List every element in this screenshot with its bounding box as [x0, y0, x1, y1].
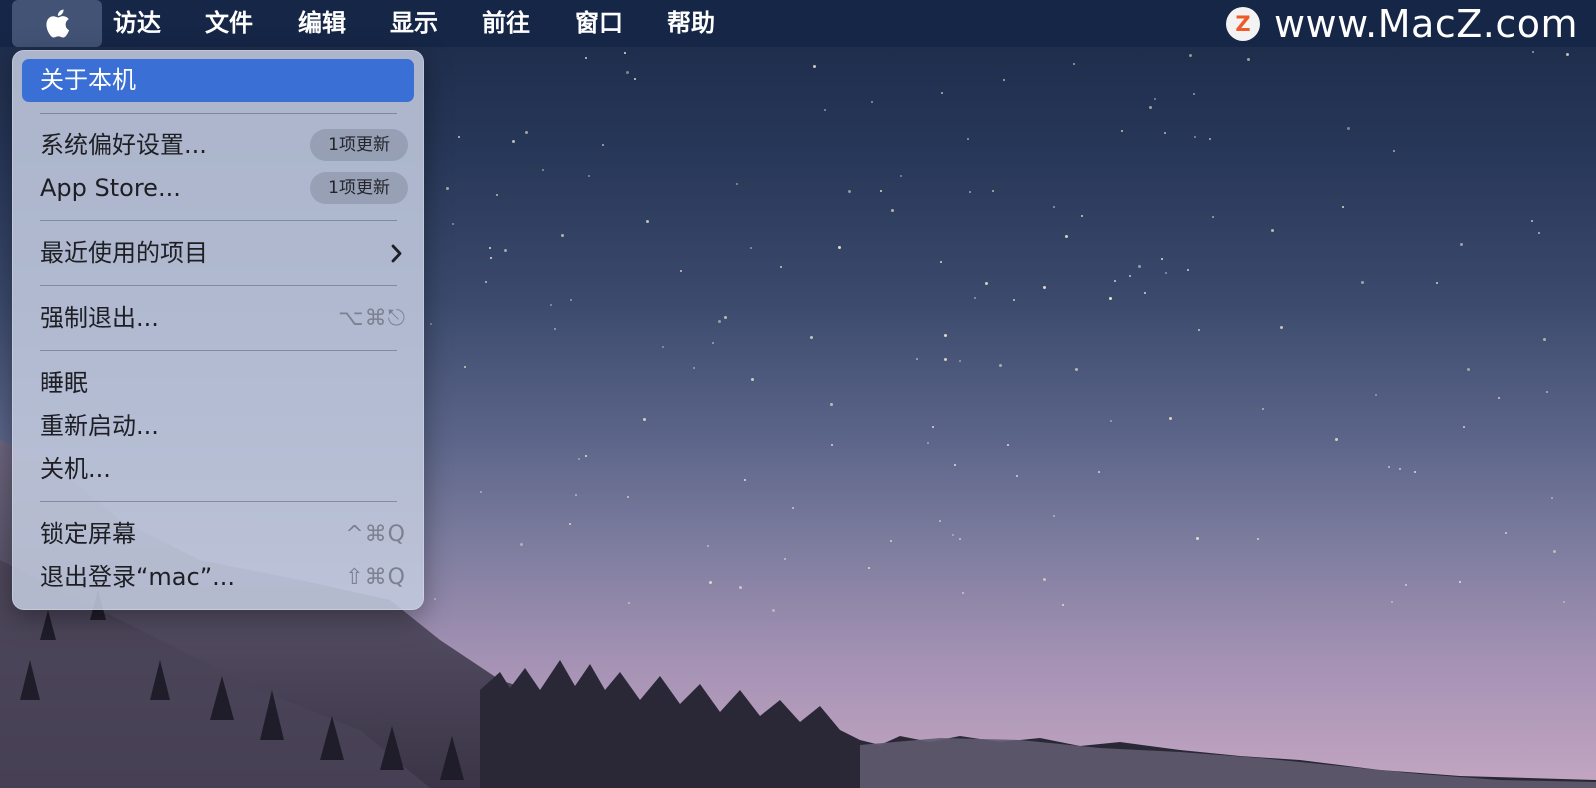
menu-separator — [40, 501, 397, 502]
menu-item-label: App Store... — [40, 174, 181, 202]
menu-item-shut-down[interactable]: 关机... — [22, 448, 414, 491]
menu-separator — [40, 113, 397, 114]
menu-item-label: 睡眠 — [40, 369, 88, 397]
menu-item-label: 关于本机 — [40, 66, 136, 94]
menu-bar: 访达 文件 编辑 显示 前往 窗口 帮助 Z www.MacZ.com — [0, 0, 1596, 47]
menu-item-label: 最近使用的项目 — [40, 239, 208, 267]
apple-menu-button[interactable] — [12, 0, 102, 47]
menu-go[interactable]: 前往 — [482, 0, 530, 47]
brand-logo-icon: Z — [1225, 6, 1260, 41]
menu-item-label: 锁定屏幕 — [40, 520, 136, 548]
menu-separator — [40, 285, 397, 286]
keyboard-shortcut: ⌥⌘⎋ — [338, 306, 406, 331]
update-badge: 1项更新 — [310, 172, 408, 204]
brand-watermark: Z www.MacZ.com — [1225, 0, 1578, 47]
brand-text: www.MacZ.com — [1273, 1, 1578, 46]
menu-help[interactable]: 帮助 — [667, 0, 715, 47]
menu-item-label: 关机... — [40, 455, 111, 483]
chevron-right-icon — [390, 232, 404, 289]
menu-item-label: 重新启动... — [40, 412, 159, 440]
menu-item-about-this-mac[interactable]: 关于本机 — [22, 59, 414, 102]
keyboard-shortcut: ⇧⌘Q — [345, 565, 406, 590]
keyboard-shortcut: ^⌘Q — [345, 522, 406, 547]
menu-item-lock-screen[interactable]: 锁定屏幕 ^⌘Q — [22, 513, 414, 556]
menu-file[interactable]: 文件 — [205, 0, 253, 47]
apple-logo-icon — [46, 9, 70, 38]
menu-item-app-store[interactable]: App Store... 1项更新 — [22, 167, 414, 210]
menu-view[interactable]: 显示 — [390, 0, 438, 47]
menu-item-system-preferences[interactable]: 系统偏好设置... 1项更新 — [22, 124, 414, 167]
menu-window[interactable]: 窗口 — [575, 0, 623, 47]
menu-item-restart[interactable]: 重新启动... — [22, 405, 414, 448]
apple-menu-dropdown: 关于本机 系统偏好设置... 1项更新 App Store... 1项更新 最近… — [12, 50, 424, 610]
menu-item-sleep[interactable]: 睡眠 — [22, 362, 414, 405]
menu-item-force-quit[interactable]: 强制退出... ⌥⌘⎋ — [22, 297, 414, 340]
menu-item-label: 强制退出... — [40, 304, 159, 332]
menu-item-label: 退出登录“mac”... — [40, 563, 236, 591]
menu-separator — [40, 220, 397, 221]
menu-edit[interactable]: 编辑 — [298, 0, 346, 47]
menu-item-recent-items[interactable]: 最近使用的项目 — [22, 232, 414, 275]
menu-finder[interactable]: 访达 — [113, 0, 161, 47]
menu-separator — [40, 350, 397, 351]
update-badge: 1项更新 — [310, 129, 408, 161]
menu-item-log-out[interactable]: 退出登录“mac”... ⇧⌘Q — [22, 556, 414, 599]
menu-item-label: 系统偏好设置... — [40, 131, 207, 159]
